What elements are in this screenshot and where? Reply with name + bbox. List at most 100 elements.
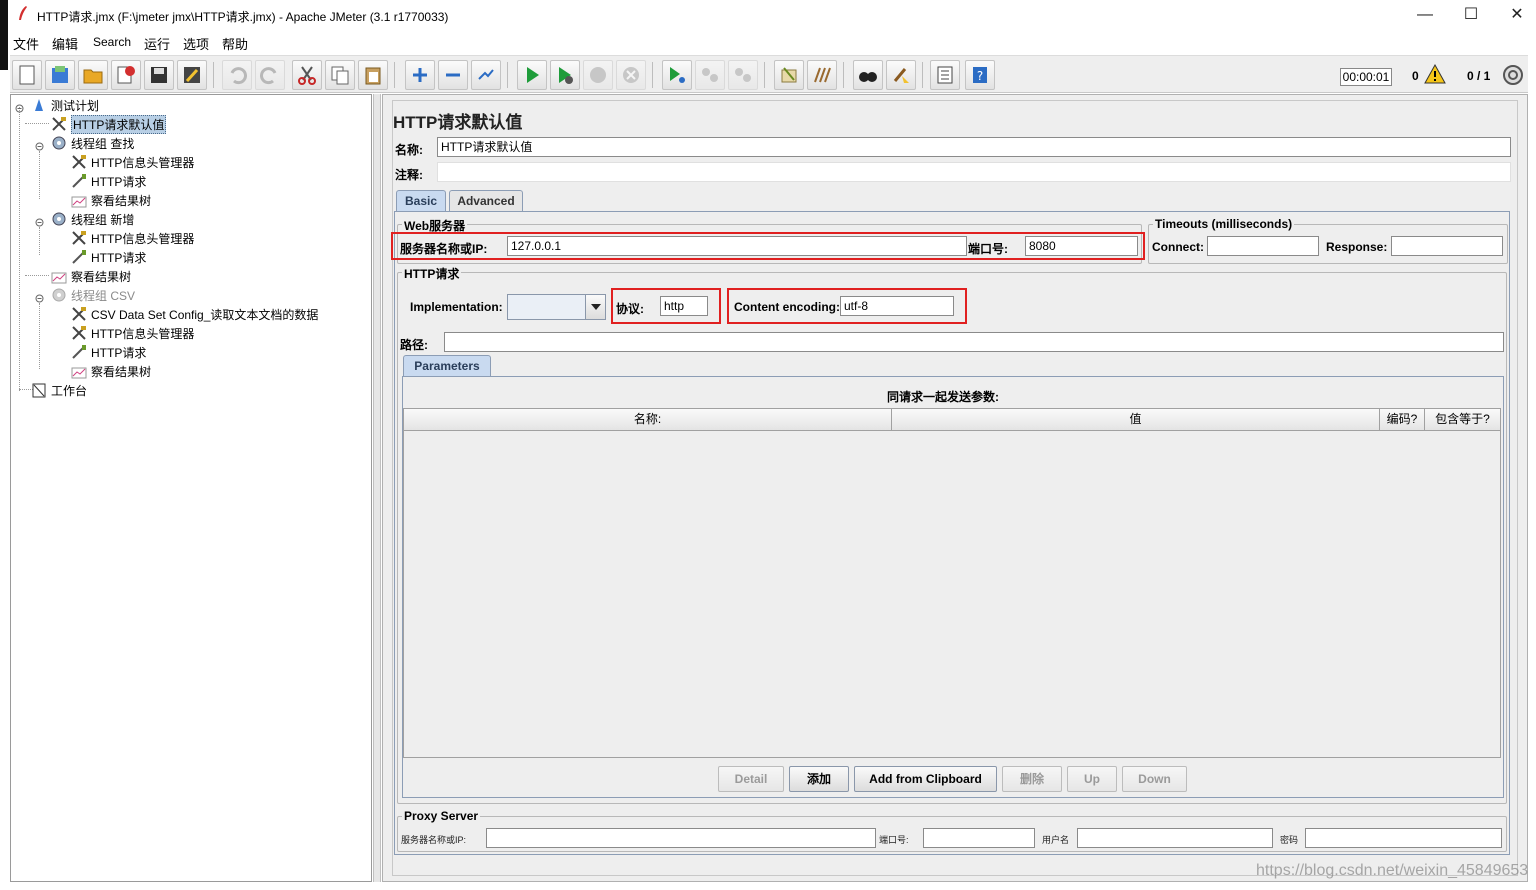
function-helper-icon[interactable]: [930, 60, 960, 90]
column-header-include-equals[interactable]: 包含等于?: [1425, 409, 1500, 431]
copy-icon[interactable]: [325, 60, 355, 90]
redo-icon[interactable]: [255, 60, 285, 90]
toolbar-separator: [394, 62, 395, 88]
collapse-toggle[interactable]: [35, 140, 44, 151]
undo-icon[interactable]: [222, 60, 252, 90]
stop-icon[interactable]: [583, 60, 613, 90]
toolbar-separator: [507, 62, 508, 88]
menu-run[interactable]: 运行: [144, 34, 170, 53]
tree-node-thread-group-csv[interactable]: 线程组 CSV: [51, 286, 135, 304]
tree-node-thread-group-find[interactable]: 线程组 查找: [51, 134, 134, 152]
tree-node-label: 测试计划: [51, 98, 100, 113]
close-file-icon[interactable]: [111, 60, 141, 90]
port-label: 端口号:: [968, 242, 1008, 256]
column-header-encode[interactable]: 编码?: [1380, 409, 1425, 431]
remote-stop-icon[interactable]: [695, 60, 725, 90]
tree-node-test-plan[interactable]: 测试计划: [31, 96, 99, 114]
collapse-toggle[interactable]: [15, 102, 24, 113]
path-field[interactable]: [444, 332, 1504, 352]
paste-icon[interactable]: [358, 60, 388, 90]
tree-node-header-manager[interactable]: HTTP信息头管理器: [71, 229, 194, 247]
minimize-button[interactable]: —: [1402, 0, 1448, 30]
start-icon[interactable]: [517, 60, 547, 90]
close-button[interactable]: ✕: [1494, 0, 1536, 30]
maximize-button[interactable]: ☐: [1448, 0, 1494, 30]
implementation-select[interactable]: [507, 294, 606, 320]
collapse-all-icon[interactable]: [438, 60, 468, 90]
protocol-field[interactable]: http: [660, 296, 708, 316]
save-icon[interactable]: [144, 60, 174, 90]
proxy-server-field[interactable]: [486, 828, 876, 848]
split-pane-divider[interactable]: [373, 94, 381, 882]
collapse-toggle[interactable]: [35, 292, 44, 303]
port-field[interactable]: 8080: [1025, 236, 1138, 256]
tree-node-header-manager[interactable]: HTTP信息头管理器: [71, 153, 194, 171]
down-button[interactable]: Down: [1122, 766, 1187, 792]
tree-node-label: HTTP请求: [91, 174, 147, 189]
up-button[interactable]: Up: [1067, 766, 1117, 792]
tree-node-results-tree[interactable]: 察看结果树: [71, 191, 151, 209]
tab-advanced[interactable]: Advanced: [449, 190, 523, 212]
menu-options[interactable]: 选项: [183, 34, 209, 53]
clear-icon[interactable]: [774, 60, 804, 90]
parameters-table[interactable]: 名称: 值 编码? 包含等于?: [403, 408, 1501, 758]
response-timeout-field[interactable]: [1391, 236, 1503, 256]
tree-node-results-tree[interactable]: 察看结果树: [51, 267, 131, 285]
new-icon[interactable]: [12, 60, 42, 90]
server-name-field[interactable]: 127.0.0.1: [507, 236, 967, 256]
shutdown-icon[interactable]: [616, 60, 646, 90]
remote-shutdown-icon[interactable]: [728, 60, 758, 90]
save-screenshot-icon[interactable]: [177, 60, 207, 90]
tree-node-http-request[interactable]: HTTP请求: [71, 172, 146, 190]
menu-search[interactable]: Search: [93, 35, 131, 49]
search-icon[interactable]: [853, 60, 883, 90]
svg-text:?: ?: [977, 69, 983, 83]
tab-parameters[interactable]: Parameters: [403, 355, 491, 377]
name-field[interactable]: HTTP请求默认值: [437, 137, 1511, 157]
column-header-value[interactable]: 值: [892, 409, 1380, 431]
cut-icon[interactable]: [292, 60, 322, 90]
menu-edit[interactable]: 编辑: [52, 34, 78, 53]
proxy-user-field[interactable]: [1077, 828, 1273, 848]
tree-node-http-request[interactable]: HTTP请求: [71, 343, 146, 361]
tab-basic[interactable]: Basic: [396, 190, 446, 212]
add-from-clipboard-button[interactable]: Add from Clipboard: [854, 766, 997, 792]
sampler-pipette-icon: [72, 345, 86, 359]
tree-node-thread-group-add[interactable]: 线程组 新增: [51, 210, 134, 228]
name-label: 名称:: [395, 143, 423, 157]
jmeter-feather-icon: [18, 6, 28, 20]
clear-all-icon[interactable]: [807, 60, 837, 90]
tree-node-http-defaults[interactable]: HTTP请求默认值: [51, 114, 167, 134]
tree-node-workbench[interactable]: 工作台: [31, 381, 87, 399]
tree-node-http-request[interactable]: HTTP请求: [71, 248, 146, 266]
content-encoding-field[interactable]: utf-8: [840, 296, 954, 316]
templates-icon[interactable]: [45, 60, 75, 90]
tree-node-results-tree[interactable]: 察看结果树: [71, 362, 151, 380]
expand-all-icon[interactable]: [405, 60, 435, 90]
open-icon[interactable]: [78, 60, 108, 90]
detail-button[interactable]: Detail: [718, 766, 784, 792]
start-no-pauses-icon[interactable]: [550, 60, 580, 90]
tree-node-label: 线程组 查找: [71, 136, 135, 151]
listener-chart-icon: [71, 367, 87, 379]
toggle-icon[interactable]: [471, 60, 501, 90]
help-icon[interactable]: ?: [965, 60, 995, 90]
tree-node-label: 察看结果树: [91, 364, 152, 379]
menu-help[interactable]: 帮助: [222, 34, 248, 53]
add-button[interactable]: 添加: [789, 766, 849, 792]
remote-start-icon[interactable]: [662, 60, 692, 90]
reset-search-icon[interactable]: [886, 60, 916, 90]
connect-timeout-field[interactable]: [1207, 236, 1319, 256]
warning-icon[interactable]: [1424, 63, 1446, 84]
menu-file[interactable]: 文件: [13, 34, 39, 53]
chevron-down-icon[interactable]: [585, 295, 605, 319]
proxy-password-field[interactable]: [1305, 828, 1502, 848]
column-header-name[interactable]: 名称:: [404, 409, 892, 431]
tree-node-csv-config[interactable]: CSV Data Set Config_读取文本文档的数据: [71, 305, 318, 323]
comment-field[interactable]: [437, 162, 1511, 182]
collapse-toggle[interactable]: [35, 216, 44, 227]
proxy-port-field[interactable]: [923, 828, 1035, 848]
tree-node-header-manager[interactable]: HTTP信息头管理器: [71, 324, 194, 342]
connect-label: Connect:: [1152, 240, 1204, 254]
delete-button[interactable]: 删除: [1002, 766, 1062, 792]
